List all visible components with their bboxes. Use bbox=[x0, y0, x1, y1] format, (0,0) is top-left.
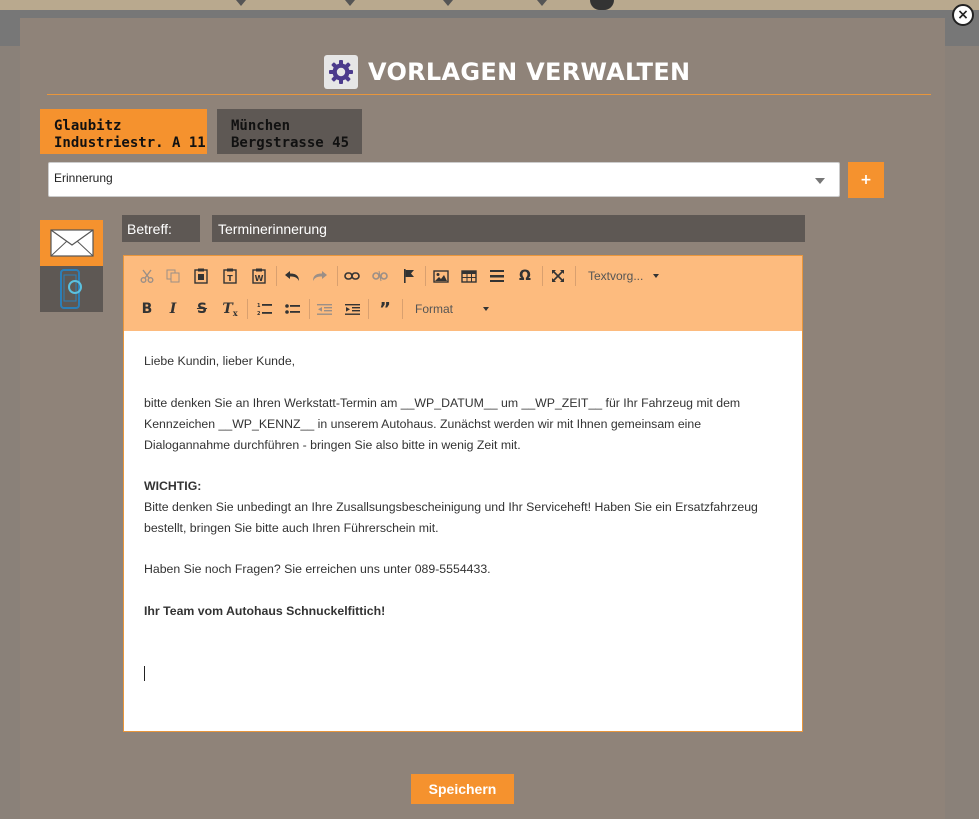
maximize-icon[interactable] bbox=[547, 265, 569, 287]
tab-location-muenchen[interactable]: München Bergstrasse 45 bbox=[217, 109, 362, 154]
outdent-icon[interactable] bbox=[313, 298, 335, 320]
blockquote-icon[interactable]: ” bbox=[374, 298, 396, 320]
chevron-down-icon bbox=[483, 307, 490, 311]
numbered-list-icon[interactable]: 12 bbox=[253, 298, 275, 320]
background-app-header bbox=[0, 0, 979, 46]
smartphone-icon bbox=[59, 269, 82, 309]
background-caret-icon bbox=[537, 0, 547, 6]
body-paragraph: bitte denken Sie an Ihren Werkstatt-Term… bbox=[144, 396, 741, 452]
svg-text:T: T bbox=[227, 274, 233, 283]
redo-icon[interactable] bbox=[309, 265, 331, 287]
svg-text:1: 1 bbox=[257, 303, 261, 309]
strikethrough-icon[interactable]: S bbox=[191, 298, 213, 320]
paste-text-icon[interactable]: T bbox=[219, 265, 241, 287]
paste-icon[interactable] bbox=[190, 265, 212, 287]
tab-location-address: Bergstrasse 45 bbox=[231, 135, 350, 151]
link-icon[interactable] bbox=[341, 265, 363, 287]
tab-location-glaubitz[interactable]: Glaubitz Industriestr. A 11 bbox=[40, 109, 207, 154]
tab-location-name: München bbox=[231, 118, 291, 134]
toolbar-separator bbox=[425, 266, 426, 286]
subject-input[interactable]: Terminerinnerung bbox=[212, 215, 805, 242]
format-dropdown[interactable]: Format bbox=[415, 298, 490, 320]
modal-header: VORLAGEN VERWALTEN bbox=[324, 54, 690, 90]
bold-icon[interactable]: B bbox=[136, 298, 158, 320]
background-caret-icon bbox=[345, 0, 355, 6]
copy-icon[interactable] bbox=[162, 265, 184, 287]
body-important-text: Bitte denken Sie unbedingt an Ihre Zusal… bbox=[144, 500, 758, 535]
indent-icon[interactable] bbox=[341, 298, 363, 320]
toolbar-separator bbox=[276, 266, 277, 286]
horizontal-rule-icon[interactable] bbox=[486, 265, 508, 287]
image-icon[interactable] bbox=[430, 265, 452, 287]
page-title: VORLAGEN VERWALTEN bbox=[368, 58, 691, 86]
italic-icon[interactable]: I bbox=[162, 298, 184, 320]
paste-word-icon[interactable]: W bbox=[248, 265, 270, 287]
background-caret-icon bbox=[236, 0, 246, 6]
rich-text-editor: T W Ω Textvorg... B I S T x 1 2 ” Format… bbox=[123, 255, 803, 732]
bullet-list-icon[interactable] bbox=[281, 298, 303, 320]
text-cursor bbox=[144, 666, 145, 681]
body-signature: Ihr Team vom Autohaus Schnuckelfittich! bbox=[144, 604, 386, 618]
unlink-icon[interactable] bbox=[369, 265, 391, 287]
toolbar-separator bbox=[402, 299, 403, 319]
chevron-down-icon bbox=[653, 274, 660, 278]
save-button[interactable]: Speichern bbox=[411, 774, 514, 804]
body-important-heading: WICHTIG: bbox=[144, 479, 202, 493]
special-char-icon[interactable]: Ω bbox=[514, 265, 536, 287]
chevron-down-icon bbox=[815, 178, 825, 184]
remove-format-icon[interactable]: Tx bbox=[219, 298, 241, 320]
anchor-flag-icon[interactable] bbox=[398, 265, 420, 287]
body-questions: Haben Sie noch Fragen? Sie erreichen uns… bbox=[144, 562, 491, 576]
text-templates-dropdown[interactable]: Textvorg... bbox=[588, 265, 660, 287]
editor-content[interactable]: Liebe Kundin, lieber Kunde, bitte denken… bbox=[124, 331, 802, 731]
svg-text:W: W bbox=[255, 274, 264, 283]
channel-sms-button[interactable] bbox=[40, 266, 103, 312]
subject-label: Betreff: bbox=[122, 215, 200, 242]
cut-icon[interactable] bbox=[136, 265, 158, 287]
background-chat-icon bbox=[590, 0, 614, 10]
gear-icon bbox=[324, 55, 358, 89]
template-select-value: Erinnerung bbox=[54, 171, 113, 185]
body-greeting: Liebe Kundin, lieber Kunde, bbox=[144, 354, 296, 368]
title-divider bbox=[47, 94, 931, 95]
channel-email-button[interactable] bbox=[40, 220, 103, 266]
undo-icon[interactable] bbox=[281, 265, 303, 287]
editor-toolbar: T W Ω Textvorg... B I S T x 1 2 ” Format bbox=[124, 256, 802, 331]
envelope-icon bbox=[49, 229, 94, 257]
add-template-button[interactable]: + bbox=[848, 162, 884, 198]
tab-location-name: Glaubitz bbox=[54, 118, 122, 134]
template-select[interactable]: Erinnerung bbox=[48, 162, 840, 197]
toolbar-separator bbox=[247, 299, 248, 319]
svg-text:2: 2 bbox=[257, 311, 261, 316]
close-button[interactable]: × bbox=[952, 4, 974, 26]
background-caret-icon bbox=[443, 0, 453, 6]
toolbar-separator bbox=[309, 299, 310, 319]
toolbar-separator bbox=[337, 266, 338, 286]
text-templates-label: Textvorg... bbox=[588, 269, 644, 283]
toolbar-separator bbox=[542, 266, 543, 286]
tab-location-address: Industriestr. A 11 bbox=[54, 135, 206, 151]
table-icon[interactable] bbox=[458, 265, 480, 287]
toolbar-separator bbox=[575, 266, 576, 286]
toolbar-separator bbox=[368, 299, 369, 319]
format-label: Format bbox=[415, 302, 454, 316]
